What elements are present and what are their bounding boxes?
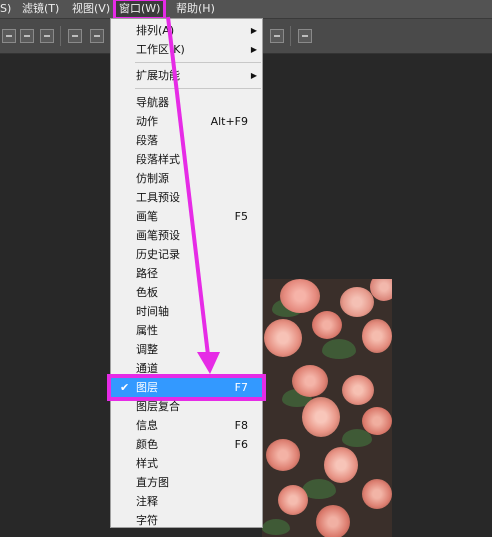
menu-item-histogram[interactable]: 直方图 (111, 473, 262, 492)
menu-item-arrange[interactable]: 排列(A) ▶ (111, 21, 262, 40)
menu-item-color[interactable]: 颜色 F6 (111, 435, 262, 454)
distribute-top-icon[interactable] (68, 29, 82, 43)
align-left-icon[interactable] (2, 29, 16, 43)
window-dropdown-menu: 排列(A) ▶ 工作区(K) ▶ 扩展功能 ▶ 导航器 动作 Alt+F9 段落… (107, 18, 266, 530)
menu-view[interactable]: 视图(V) (72, 0, 110, 18)
menu-item-notes[interactable]: 注释 (111, 492, 262, 511)
canvas-image-roses (262, 279, 392, 537)
menu-filter[interactable]: 滤镜(T) (22, 0, 59, 18)
menu-separator (135, 62, 261, 63)
menu-item-paragraph[interactable]: 段落 (111, 131, 262, 150)
menu-item-adjustments[interactable]: 调整 (111, 340, 262, 359)
toolbar-divider (290, 26, 291, 46)
align-center-icon[interactable] (20, 29, 34, 43)
align-right-icon[interactable] (40, 29, 54, 43)
menu-item-character[interactable]: 字符 (111, 511, 262, 530)
toolbar-divider (60, 26, 61, 46)
menu-item-layer-comps[interactable]: 图层复合 (111, 397, 262, 416)
distribute-middle-icon[interactable] (90, 29, 104, 43)
distribute-h-icon[interactable] (270, 29, 284, 43)
menu-item-swatches[interactable]: 色板 (111, 283, 262, 302)
menu-item-properties[interactable]: 属性 (111, 321, 262, 340)
menu-item-paths[interactable]: 路径 (111, 264, 262, 283)
menu-image[interactable]: S) (0, 0, 11, 18)
menu-item-tool-presets[interactable]: 工具预设 (111, 188, 262, 207)
auto-align-icon[interactable] (298, 29, 312, 43)
menu-item-extensions[interactable]: 扩展功能 ▶ (111, 66, 262, 85)
menu-item-styles[interactable]: 样式 (111, 454, 262, 473)
menu-item-brush[interactable]: 画笔 F5 (111, 207, 262, 226)
menu-item-info[interactable]: 信息 F8 (111, 416, 262, 435)
submenu-arrow-icon: ▶ (250, 26, 257, 35)
menu-item-navigator[interactable]: 导航器 (111, 93, 262, 112)
checkmark-icon: ✔ (120, 381, 130, 394)
menu-window[interactable]: 窗口(W) (112, 0, 167, 20)
submenu-arrow-icon: ▶ (250, 71, 257, 80)
menu-item-layers[interactable]: ✔ 图层 F7 (107, 374, 266, 401)
menu-item-channels[interactable]: 通道 (111, 359, 262, 378)
menu-item-timeline[interactable]: 时间轴 (111, 302, 262, 321)
menu-item-brush-presets[interactable]: 画笔预设 (111, 226, 262, 245)
menu-item-paragraph-styles[interactable]: 段落样式 (111, 150, 262, 169)
submenu-arrow-icon: ▶ (250, 45, 257, 54)
menu-item-actions[interactable]: 动作 Alt+F9 (111, 112, 262, 131)
menu-item-history[interactable]: 历史记录 (111, 245, 262, 264)
menu-item-workspace[interactable]: 工作区(K) ▶ (111, 40, 262, 59)
menu-item-clone-source[interactable]: 仿制源 (111, 169, 262, 188)
menu-bar: S) 滤镜(T) 视图(V) 窗口(W) 帮助(H) (0, 0, 492, 20)
menu-separator (135, 88, 261, 89)
menu-help[interactable]: 帮助(H) (176, 0, 215, 18)
